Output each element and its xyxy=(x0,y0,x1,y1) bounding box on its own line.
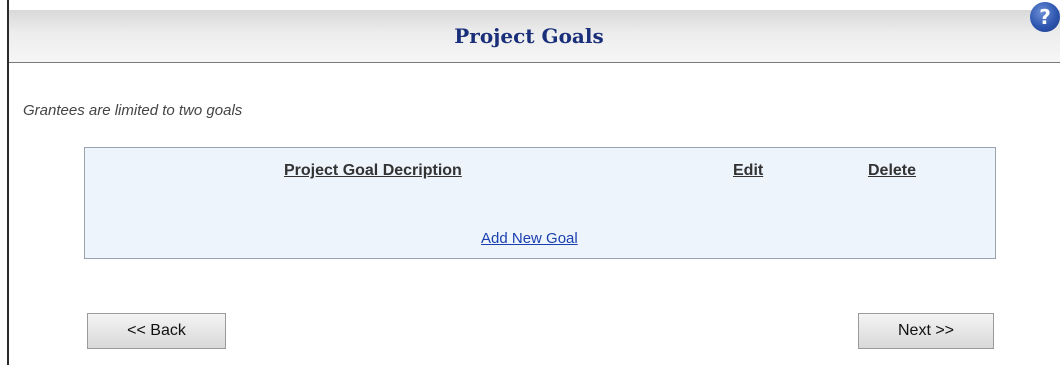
page-title: Project Goals xyxy=(454,24,604,48)
column-header-edit[interactable]: Edit xyxy=(733,162,763,180)
column-header-description[interactable]: Project Goal Decription xyxy=(284,162,462,180)
goals-table: Project Goal Decription Edit Delete Add … xyxy=(84,147,996,259)
back-button[interactable]: << Back xyxy=(87,313,226,349)
help-icon[interactable]: ? xyxy=(1030,2,1060,32)
column-header-delete[interactable]: Delete xyxy=(868,162,916,180)
next-button[interactable]: Next >> xyxy=(858,313,994,349)
page: Project Goals ? Grantees are limited to … xyxy=(0,0,1060,365)
header-bar: Project Goals xyxy=(9,10,1060,63)
add-new-goal-link[interactable]: Add New Goal xyxy=(481,230,578,247)
limit-note: Grantees are limited to two goals xyxy=(23,102,243,119)
